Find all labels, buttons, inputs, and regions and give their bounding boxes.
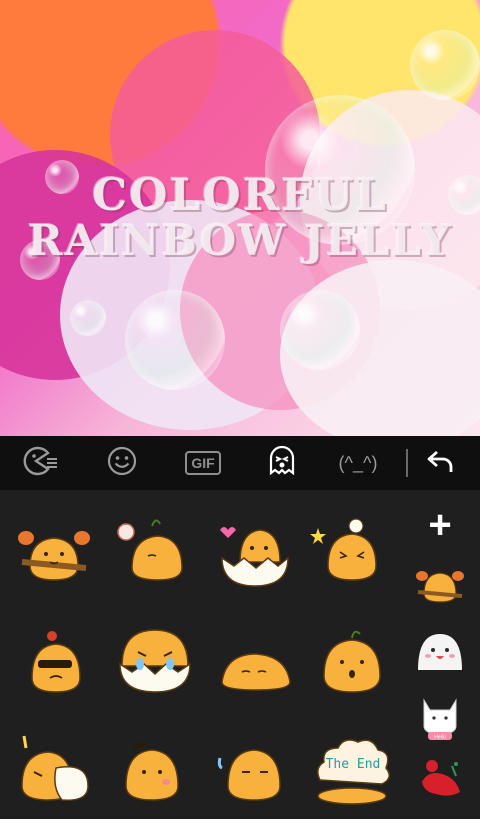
- sticker-item[interactable]: [12, 510, 98, 596]
- sticker-jelly-sweat-icon: [217, 749, 281, 801]
- gif-label: GIF: [185, 451, 221, 475]
- add-sticker-pack-button[interactable]: +: [420, 505, 460, 545]
- sticker-pack-lobster[interactable]: [412, 752, 468, 808]
- bubble: [280, 290, 360, 370]
- sticker-item[interactable]: [310, 620, 396, 706]
- toolbar-divider: [406, 449, 408, 477]
- sticker-jelly-crying-shell-icon: [21, 735, 89, 801]
- pacman-menu-button[interactable]: [16, 436, 66, 490]
- bubble: [410, 30, 480, 100]
- sticker-pack-jelly[interactable]: [412, 556, 468, 612]
- sticker-item[interactable]: [212, 620, 298, 706]
- sticker-pack-jelly-icon: [416, 571, 464, 603]
- sticker-the-end-cloud-icon: The End: [317, 739, 390, 805]
- sticker-pack-cat[interactable]: Hello: [412, 686, 468, 742]
- sticker-item[interactable]: The End: [310, 728, 396, 814]
- sticker-pack-cat-icon: Hello: [423, 698, 457, 741]
- kaomoji-label: (^_^): [338, 452, 378, 473]
- sticker-item[interactable]: [112, 620, 198, 706]
- cat-tag-text: Hello: [434, 735, 446, 741]
- sticker-jelly-pompom-icon: [18, 531, 90, 581]
- smiley-icon: [106, 445, 138, 482]
- emoji-tab[interactable]: [98, 436, 146, 490]
- the-end-text: The End: [326, 757, 381, 772]
- banner-title-line1: COLORFUL: [92, 170, 388, 221]
- sticker-jelly-crying-egg-icon: [119, 629, 191, 693]
- bubble: [125, 290, 225, 390]
- theme-banner: COLORFUL RAINBOW JELLY: [0, 0, 480, 436]
- sticker-jelly-turned-icon: [117, 519, 183, 581]
- keyboard-toolbar: GIF (^_^): [0, 436, 480, 490]
- sticker-jelly-sleeping-icon: [221, 653, 291, 691]
- sticker-tab[interactable]: [258, 436, 306, 490]
- sticker-jelly-worried-icon: [323, 630, 381, 693]
- pacman-menu-icon: [21, 446, 61, 481]
- banner-title-line2: RAINBOW JELLY: [27, 216, 453, 265]
- sticker-jelly-sunglasses-icon: [31, 631, 81, 693]
- ghost-sticker-icon: [267, 445, 297, 482]
- sticker-item[interactable]: [112, 728, 198, 814]
- sticker-jelly-star-icon: [310, 518, 377, 581]
- back-button[interactable]: [418, 436, 462, 490]
- sticker-pack-ghost[interactable]: [412, 626, 468, 682]
- sticker-item[interactable]: [212, 728, 298, 814]
- kaomoji-tab[interactable]: (^_^): [330, 436, 386, 490]
- bubble: [70, 300, 106, 336]
- sticker-jelly-hair-icon: [125, 741, 179, 801]
- sticker-item[interactable]: [12, 620, 98, 706]
- return-arrow-icon: [425, 447, 455, 480]
- sticker-item[interactable]: [308, 510, 394, 596]
- sticker-item[interactable]: [112, 510, 198, 596]
- gif-tab[interactable]: GIF: [180, 436, 226, 490]
- sticker-item[interactable]: [12, 728, 98, 814]
- sticker-jelly-egg-icon: [220, 527, 289, 587]
- sticker-pack-lobster-icon: [422, 760, 460, 796]
- sticker-pack-ghost-icon: [418, 634, 462, 670]
- sticker-item[interactable]: [212, 510, 298, 596]
